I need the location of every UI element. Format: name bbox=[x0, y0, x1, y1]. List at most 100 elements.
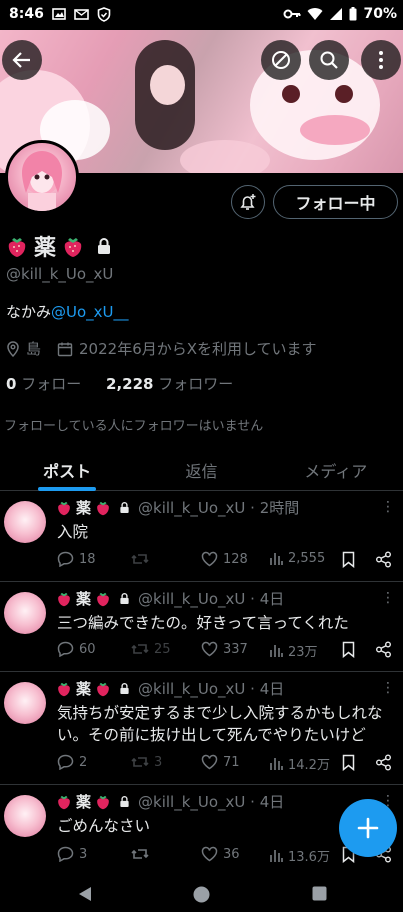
tweet-handle-time: @kill_k_Uo_xU · 2時間 bbox=[138, 499, 300, 517]
lock-icon bbox=[120, 502, 129, 513]
search-button[interactable] bbox=[309, 40, 349, 80]
tweet-avatar[interactable] bbox=[4, 682, 46, 724]
bookmark-icon bbox=[342, 551, 355, 568]
tab-posts[interactable]: ポスト bbox=[0, 444, 134, 490]
views-button[interactable]: 14.2万 bbox=[269, 754, 330, 773]
retweet-button[interactable] bbox=[131, 551, 154, 567]
calendar-icon bbox=[57, 342, 73, 356]
profile-avatar[interactable] bbox=[5, 140, 79, 214]
views-button[interactable]: 23万 bbox=[269, 641, 318, 660]
view-count: 23万 bbox=[288, 645, 318, 660]
followers-link[interactable]: 2,228 フォロワー bbox=[106, 375, 233, 393]
more-button[interactable] bbox=[361, 40, 401, 80]
nav-recents-icon[interactable] bbox=[312, 886, 327, 901]
following-link[interactable]: 0 フォロー bbox=[6, 375, 81, 393]
nav-back-icon[interactable] bbox=[77, 886, 93, 902]
tweet-more-button[interactable]: ⋮ bbox=[381, 499, 395, 515]
followers-label: フォロワー bbox=[158, 375, 234, 393]
tweet-actions: 3 36 13.6万 bbox=[57, 846, 397, 868]
mail-notification-icon bbox=[74, 9, 89, 20]
location-pin-icon bbox=[7, 340, 19, 357]
strawberry-icon bbox=[97, 501, 109, 516]
banner-shape bbox=[180, 140, 270, 173]
reply-icon bbox=[57, 754, 74, 770]
view-count: 14.2万 bbox=[288, 758, 330, 773]
heart-icon bbox=[201, 846, 218, 862]
bookmark-button[interactable] bbox=[342, 754, 355, 771]
retweet-button[interactable]: 3 bbox=[131, 754, 162, 770]
views-button[interactable]: 2,555 bbox=[269, 551, 325, 566]
back-button[interactable] bbox=[2, 40, 42, 80]
following-count: 0 bbox=[6, 375, 17, 393]
mute-button[interactable] bbox=[261, 40, 301, 80]
share-button[interactable] bbox=[375, 641, 392, 658]
like-button[interactable]: 337 bbox=[201, 641, 248, 657]
view-count: 13.6万 bbox=[288, 850, 330, 865]
reply-button[interactable]: 2 bbox=[57, 754, 87, 770]
bookmark-button[interactable] bbox=[342, 551, 355, 568]
profile-name-text: 薬 bbox=[34, 236, 57, 261]
like-button[interactable]: 36 bbox=[201, 846, 240, 862]
bar-chart-icon bbox=[270, 850, 283, 862]
retweet-button[interactable]: 25 bbox=[131, 641, 171, 657]
strawberry-icon bbox=[58, 592, 70, 607]
reply-button[interactable]: 18 bbox=[57, 551, 96, 567]
battery-percent: 70% bbox=[363, 6, 397, 22]
profile-handle: @kill_k_Uo_xU bbox=[6, 265, 114, 283]
tweet-handle-time: @kill_k_Uo_xU · 4日 bbox=[138, 680, 285, 698]
tweet[interactable]: 薬 @kill_k_Uo_xU · 4日 ⋮ 気持ちが安定するまで少し入院するか… bbox=[0, 672, 403, 785]
wifi-icon bbox=[307, 8, 323, 20]
compose-button[interactable] bbox=[339, 799, 397, 857]
retweet-button[interactable] bbox=[131, 846, 154, 862]
tweet-more-button[interactable]: ⋮ bbox=[381, 590, 395, 606]
reply-button[interactable]: 60 bbox=[57, 641, 96, 657]
bell-plus-icon bbox=[240, 194, 256, 210]
profile-bio: なかみ@Uo_xU__ bbox=[6, 301, 129, 322]
lock-icon bbox=[120, 796, 129, 807]
tweet-handle-time: @kill_k_Uo_xU · 4日 bbox=[138, 793, 285, 811]
circle-slash-icon bbox=[272, 51, 290, 69]
nav-home-icon[interactable] bbox=[193, 886, 210, 903]
share-icon bbox=[376, 754, 391, 771]
lock-icon bbox=[120, 683, 129, 694]
tweet-author-name[interactable]: 薬 bbox=[76, 678, 91, 699]
strawberry-icon bbox=[97, 592, 109, 607]
bar-chart-icon bbox=[270, 645, 283, 657]
bookmark-icon bbox=[342, 754, 355, 771]
tweet-avatar[interactable] bbox=[4, 592, 46, 634]
profile-tabs: ポスト 返信 メディア bbox=[0, 444, 403, 491]
reply-count: 60 bbox=[79, 641, 96, 657]
share-button[interactable] bbox=[375, 754, 392, 771]
lock-icon bbox=[98, 238, 111, 254]
strawberry-icon bbox=[58, 682, 70, 697]
tweet-more-button[interactable]: ⋮ bbox=[381, 680, 395, 696]
strawberry-icon bbox=[58, 795, 70, 810]
share-icon bbox=[376, 641, 391, 658]
following-button[interactable]: フォロー中 bbox=[273, 185, 398, 219]
tab-media[interactable]: メディア bbox=[269, 444, 403, 490]
views-button[interactable]: 13.6万 bbox=[269, 846, 330, 865]
profile-stats: 0 フォロー 2,228 フォロワー bbox=[6, 373, 233, 394]
tab-replies[interactable]: 返信 bbox=[134, 444, 268, 490]
vpn-key-icon bbox=[283, 9, 301, 19]
reply-count: 18 bbox=[79, 551, 96, 567]
retweet-icon bbox=[131, 644, 149, 654]
bookmark-icon bbox=[342, 641, 355, 658]
tweet-author-name[interactable]: 薬 bbox=[76, 791, 91, 812]
tweet[interactable]: 薬 @kill_k_Uo_xU · 4日 ⋮ 三つ編みできたの。好きって言ってく… bbox=[0, 582, 403, 672]
tweet-author-name[interactable]: 薬 bbox=[76, 588, 91, 609]
bookmark-button[interactable] bbox=[342, 641, 355, 658]
like-button[interactable]: 128 bbox=[201, 551, 248, 567]
tweet-avatar[interactable] bbox=[4, 501, 46, 543]
bio-mention-link[interactable]: @Uo_xU__ bbox=[51, 303, 129, 321]
retweet-icon bbox=[131, 849, 149, 859]
notifications-button[interactable] bbox=[231, 185, 265, 219]
tweet-avatar[interactable] bbox=[4, 795, 46, 837]
like-button[interactable]: 71 bbox=[201, 754, 240, 770]
like-count: 71 bbox=[223, 754, 240, 770]
tweet[interactable]: 薬 @kill_k_Uo_xU · 2時間 ⋮ 入院 18 128 2,555 bbox=[0, 491, 403, 582]
retweet-count: 25 bbox=[154, 641, 171, 657]
reply-button[interactable]: 3 bbox=[57, 846, 87, 862]
share-button[interactable] bbox=[375, 551, 392, 568]
tweet-author-name[interactable]: 薬 bbox=[76, 497, 91, 518]
